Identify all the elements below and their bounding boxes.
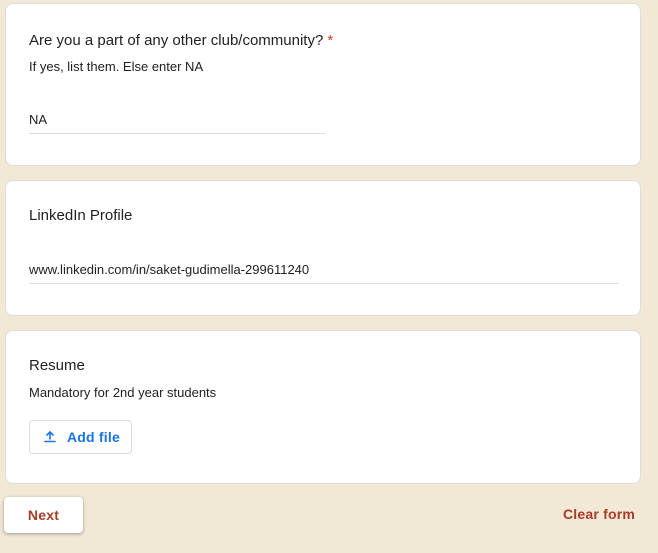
required-asterisk: * — [327, 32, 334, 49]
linkedin-answer-input[interactable]: www.linkedin.com/in/saket-gudimella-2996… — [29, 261, 619, 279]
add-file-label: Add file — [67, 429, 120, 445]
club-answer-input[interactable]: NA — [29, 111, 325, 129]
question-title: LinkedIn Profile — [29, 207, 133, 224]
question-card-resume: Resume Mandatory for 2nd year students A… — [5, 330, 641, 484]
input-underline — [29, 133, 325, 134]
next-button-label: Next — [27, 507, 60, 523]
next-button[interactable]: Next — [4, 497, 83, 533]
input-underline — [29, 283, 619, 284]
question-card-linkedin: LinkedIn Profile www.linkedin.com/in/sak… — [5, 180, 641, 316]
question-title: Are you a part of any other club/communi… — [29, 31, 333, 51]
question-description: If yes, list them. Else enter NA — [29, 59, 204, 74]
question-description: Mandatory for 2nd year students — [29, 385, 217, 400]
question-title: Resume — [29, 357, 85, 374]
upload-icon — [43, 430, 57, 444]
question-title-text: Are you a part of any other club/communi… — [29, 32, 324, 49]
question-card-club: Are you a part of any other club/communi… — [5, 3, 641, 166]
clear-form-button[interactable]: Clear form — [563, 506, 635, 522]
add-file-button[interactable]: Add file — [29, 420, 132, 454]
